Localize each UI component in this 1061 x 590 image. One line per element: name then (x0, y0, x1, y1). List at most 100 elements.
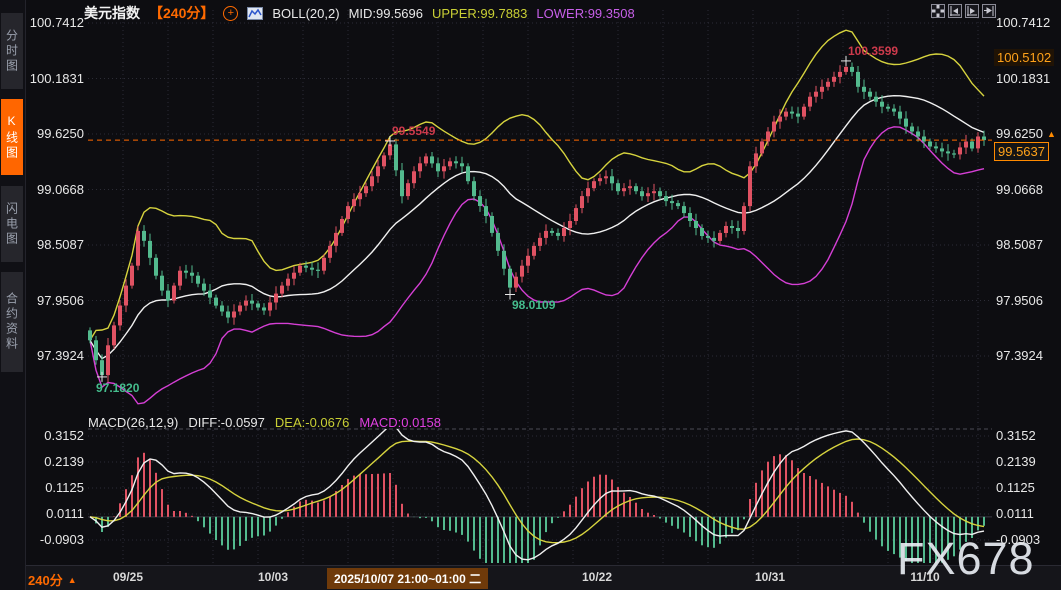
candle-body (778, 117, 782, 122)
candle-body (952, 153, 956, 154)
candle-body (898, 112, 902, 119)
candle-body (742, 206, 746, 231)
candle-body (292, 273, 296, 279)
sidebar-item-lightning-chart[interactable]: 闪电图 (1, 186, 23, 262)
candle-body (538, 238, 542, 246)
candle-body (814, 92, 818, 97)
candle-body (706, 236, 710, 238)
candle-body (586, 188, 590, 196)
candle-body (550, 231, 554, 233)
candle-body (514, 277, 518, 288)
candle-body (136, 231, 140, 266)
candle-body (838, 72, 842, 77)
current-price-tag: 99.5637 (994, 142, 1049, 161)
candle-body (784, 112, 788, 117)
go-latest-icon[interactable] (982, 4, 996, 18)
candle-body (694, 221, 698, 228)
candle-body (850, 67, 854, 72)
candle-body (442, 166, 446, 171)
candle-body (370, 176, 374, 186)
boll-upper-value: UPPER:99.7883 (432, 6, 527, 21)
candle-body (928, 142, 932, 147)
candle-body (574, 208, 578, 221)
candle-body (826, 82, 830, 87)
candle-body (856, 72, 860, 87)
candle-body (280, 286, 284, 294)
candle-body (256, 304, 260, 308)
add-indicator-icon[interactable]: + (223, 6, 238, 21)
candle-body (310, 268, 314, 270)
candle-body (160, 276, 164, 291)
candle-body (94, 340, 98, 360)
candle-body (412, 171, 416, 183)
chart-toolbar (931, 4, 996, 18)
watermark: FX678 (897, 533, 1035, 585)
candle-body (190, 273, 194, 276)
candle-body (394, 144, 398, 170)
candle-body (664, 196, 668, 201)
candle-body (946, 151, 950, 153)
candle-body (886, 107, 890, 109)
candle-body (196, 276, 200, 284)
candle-body (424, 156, 428, 163)
candle-body (358, 193, 362, 199)
candle-body (544, 231, 548, 238)
candle-body (406, 183, 410, 196)
candle-body (754, 153, 758, 166)
candle-body (376, 166, 380, 176)
axis-zoom-in-icon[interactable] (965, 4, 979, 18)
candle-body (652, 191, 656, 193)
timeframe-selector[interactable]: 240分 ▲ (28, 570, 77, 589)
candle-body (502, 251, 506, 269)
macd-header: MACD(26,12,9) DIFF:-0.0597 DEA:-0.0676 M… (88, 415, 441, 430)
candle-body (562, 228, 566, 236)
candle-body (604, 176, 608, 178)
candle-body (154, 258, 158, 276)
macd-dea-value: DEA:-0.0676 (275, 415, 349, 430)
candle-body (316, 270, 320, 271)
boll-mid-value: MID:99.5696 (349, 6, 423, 21)
candle-body (148, 241, 152, 258)
candle-body (970, 142, 974, 149)
candle-body (820, 87, 824, 92)
candle-body (622, 188, 626, 191)
candle-body (658, 191, 662, 196)
boll-upper-line (90, 30, 984, 340)
candle-body (460, 163, 464, 166)
candle-body (484, 206, 488, 216)
chart-canvas[interactable] (0, 0, 1061, 590)
boll-indicator-label: BOLL(20,2) (272, 6, 339, 21)
axis-zoom-out-icon[interactable] (948, 4, 962, 18)
price-alert-icon: ▲ (1047, 129, 1056, 139)
candle-body (130, 266, 134, 286)
candle-body (244, 301, 248, 306)
boll-lower-line (90, 127, 984, 404)
boll-lower-value: LOWER:99.3508 (536, 6, 634, 21)
sidebar-item-kline-chart[interactable]: K线图 (1, 99, 23, 175)
macd-histogram (90, 453, 984, 590)
sidebar-item-time-chart[interactable]: 分时图 (1, 13, 23, 89)
candle-body (520, 266, 524, 277)
candle-body (592, 181, 596, 188)
gridlines (88, 10, 992, 563)
period-label[interactable]: 【240分】 (149, 3, 214, 23)
candle-body (388, 144, 392, 155)
pan-icon[interactable] (931, 4, 945, 18)
candle-body (334, 233, 338, 246)
candle-body (262, 308, 266, 311)
chart-header: 美元指数 【240分】 + BOLL(20,2) MID:99.5696 UPP… (84, 3, 635, 23)
candle-body (676, 203, 680, 206)
macd-diff-value: DIFF:-0.0597 (188, 415, 265, 430)
boll-mid-line (90, 96, 984, 359)
candle-body (478, 196, 482, 206)
candle-body (976, 137, 980, 149)
candle-body (610, 176, 614, 183)
candle-body (556, 233, 560, 236)
candle-body (496, 233, 500, 251)
candle-body (844, 67, 848, 72)
candle-body (598, 178, 602, 181)
candle-body (910, 127, 914, 132)
candle-body (226, 312, 230, 318)
sidebar-item-contract-info[interactable]: 合约资料 (1, 272, 23, 372)
triangle-up-icon: ▲ (68, 575, 77, 585)
